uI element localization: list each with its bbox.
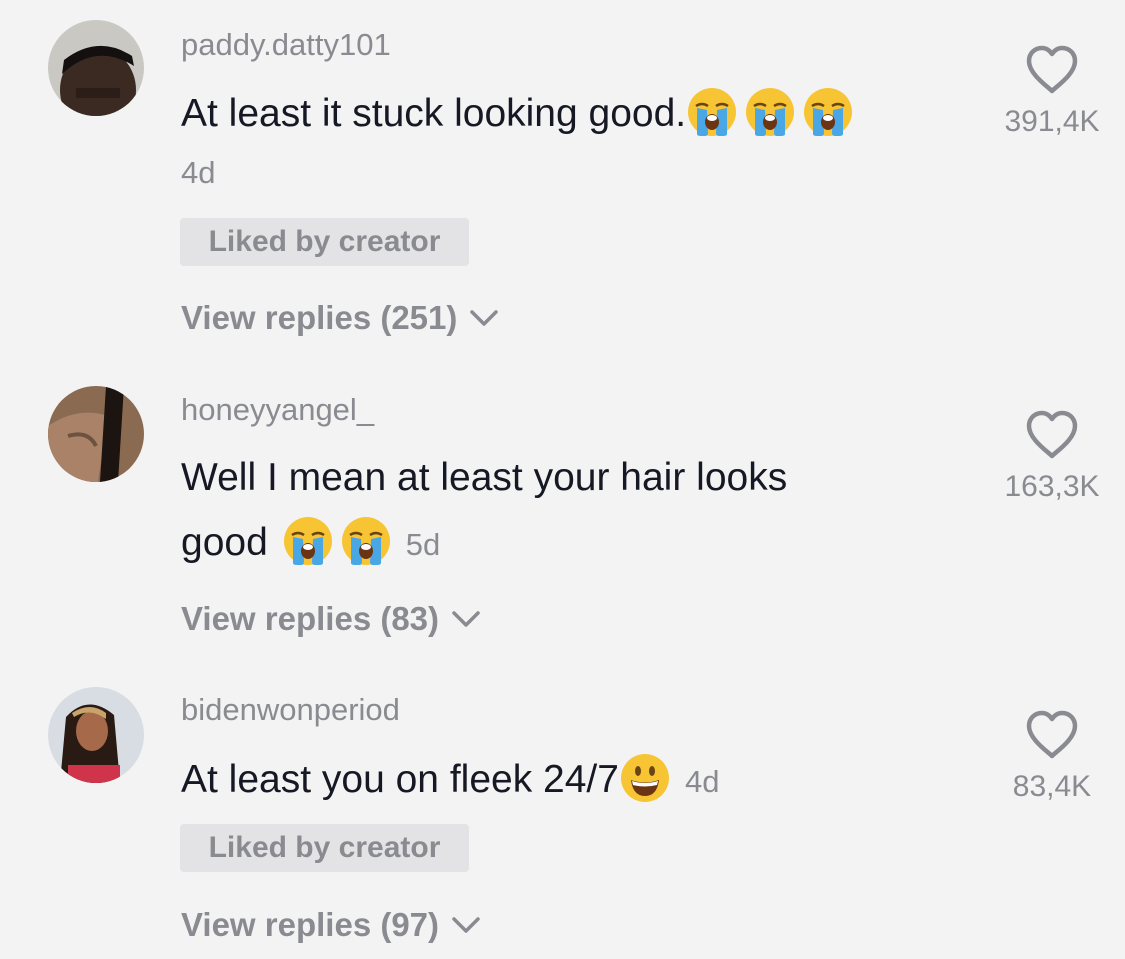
comment-timestamp: 4d (684, 764, 720, 799)
heart-outline-icon[interactable] (1025, 710, 1079, 760)
comment-text: good 5d (181, 511, 440, 577)
view-replies-button[interactable]: View replies (83) (181, 600, 481, 638)
heart-outline-icon[interactable] (1025, 410, 1079, 460)
heart-outline-icon[interactable] (1025, 45, 1079, 95)
loudly-crying-face-icon (282, 515, 334, 567)
loudly-crying-face-icon (744, 86, 796, 138)
chevron-down-icon (469, 308, 499, 328)
avatar[interactable] (48, 386, 144, 482)
comment-username[interactable]: paddy.datty101 (181, 27, 391, 63)
view-replies-label: View replies (97) (181, 906, 440, 943)
comment-text-body: At least it stuck looking good. (181, 92, 687, 135)
comment-timestamp: 5d (405, 527, 441, 562)
comment-text: At least it stuck looking good. (181, 82, 854, 146)
like-count: 391,4K (1004, 105, 1100, 138)
avatar[interactable] (48, 687, 144, 783)
liked-by-creator-badge: Liked by creator (180, 218, 469, 266)
comment-text-body: At least you on fleek 24/7 (181, 758, 619, 801)
comment-text-line1: Well I mean at least your hair looks (181, 456, 788, 499)
chevron-down-icon (451, 609, 481, 629)
comment-text-line2: good (181, 521, 268, 564)
like-button[interactable]: 83,4K (987, 710, 1117, 804)
comment-timestamp: 4d (181, 155, 216, 190)
comment-text: Well I mean at least your hair looks (181, 446, 787, 510)
comment-username[interactable]: bidenwonperiod (181, 692, 400, 728)
liked-by-creator-badge: Liked by creator (180, 824, 469, 872)
loudly-crying-face-icon (340, 515, 392, 567)
comment-text: At least you on fleek 24/7 4d (181, 748, 719, 814)
loudly-crying-face-icon (802, 86, 854, 138)
view-replies-button[interactable]: View replies (251) (181, 299, 499, 337)
like-count: 163,3K (1004, 470, 1100, 503)
loudly-crying-face-icon (686, 86, 738, 138)
avatar[interactable] (48, 20, 144, 116)
view-replies-label: View replies (83) (181, 600, 440, 637)
like-button[interactable]: 163,3K (987, 410, 1117, 504)
like-count: 83,4K (1012, 770, 1092, 803)
view-replies-label: View replies (251) (181, 299, 458, 336)
comment-username[interactable]: honeyyangel_ (181, 392, 374, 428)
chevron-down-icon (451, 915, 481, 935)
view-replies-button[interactable]: View replies (97) (181, 906, 481, 944)
smiling-face-open-mouth-icon (619, 752, 671, 804)
like-button[interactable]: 391,4K (987, 45, 1117, 139)
